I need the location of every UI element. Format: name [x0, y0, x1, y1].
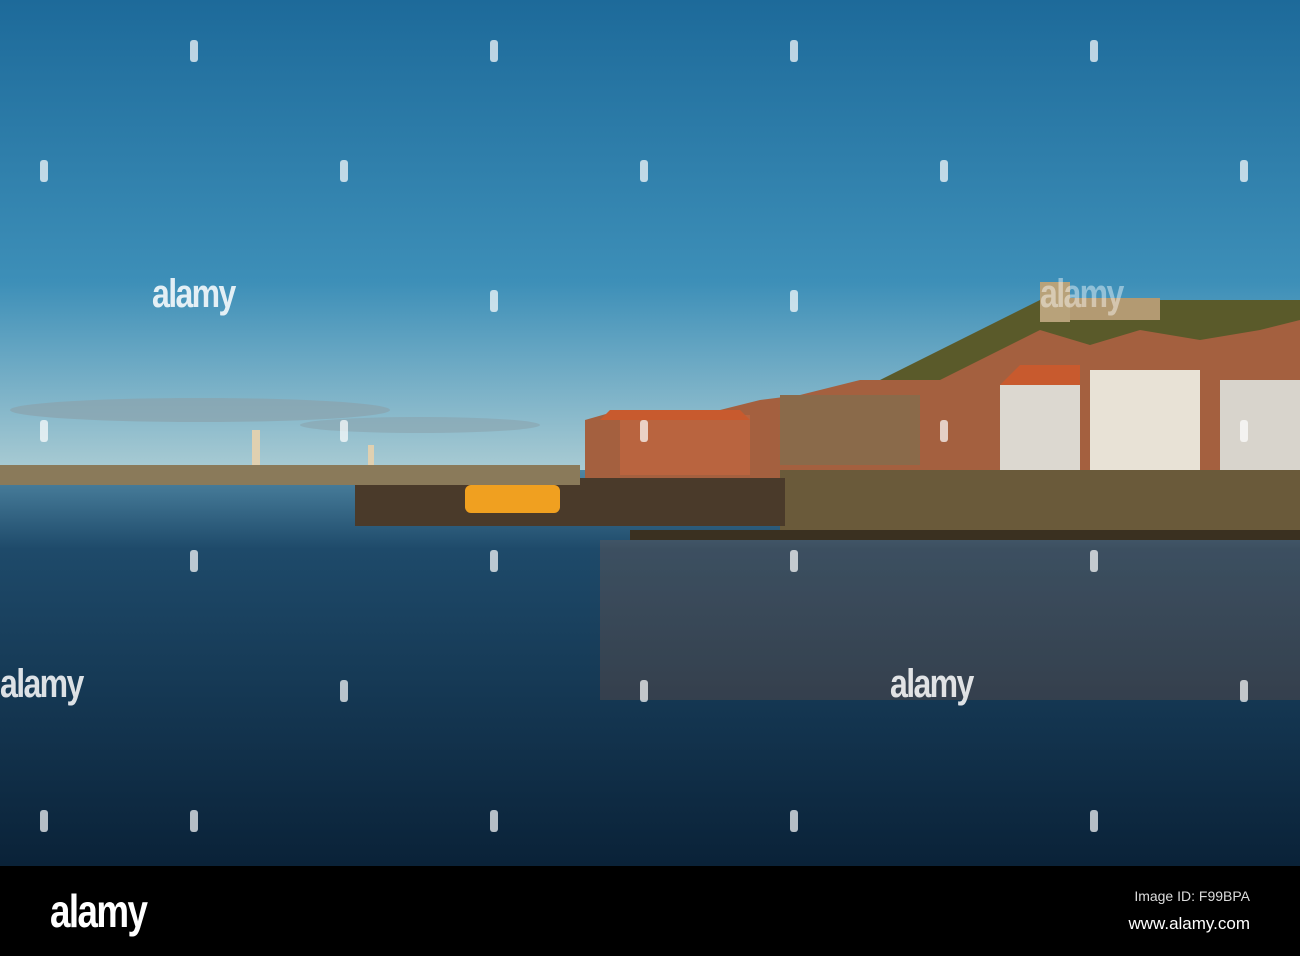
watermark: alamy	[1040, 272, 1124, 316]
pontoon	[630, 530, 1300, 540]
watermark-mark	[340, 420, 348, 442]
watermark: alamy	[0, 662, 84, 706]
watermark-mark	[1090, 810, 1098, 832]
watermark-mark	[190, 550, 198, 572]
watermark-mark	[340, 680, 348, 702]
footer-bar: alamy Image ID: F99BPA www.alamy.com	[0, 866, 1300, 956]
watermark-mark	[40, 420, 48, 442]
watermark-mark	[940, 160, 948, 182]
watermark-mark	[1240, 680, 1248, 702]
watermark-mark	[490, 810, 498, 832]
breakwater	[0, 465, 580, 485]
harbour-photo	[0, 0, 1300, 866]
watermark-mark	[340, 160, 348, 182]
cloud	[10, 398, 390, 422]
watermark-mark	[40, 160, 48, 182]
watermark-mark	[1240, 160, 1248, 182]
lifeboat	[465, 485, 560, 513]
pier	[355, 478, 785, 526]
watermark-mark	[40, 810, 48, 832]
watermark-mark	[490, 290, 498, 312]
watermark-mark	[190, 810, 198, 832]
watermark: alamy	[152, 272, 236, 316]
watermark-mark	[790, 40, 798, 62]
watermark-mark	[790, 550, 798, 572]
image-id: Image ID: F99BPA	[1134, 888, 1250, 904]
watermark-mark	[640, 420, 648, 442]
watermark: alamy	[890, 662, 974, 706]
lighthouse	[252, 430, 260, 465]
watermark-mark	[1090, 40, 1098, 62]
watermark-mark	[1240, 420, 1248, 442]
quay-wall	[780, 470, 1300, 530]
alamy-logo: alamy	[50, 885, 148, 937]
watermark-mark	[790, 810, 798, 832]
watermark-mark	[640, 680, 648, 702]
watermark-mark	[1090, 550, 1098, 572]
watermark-mark	[790, 290, 798, 312]
watermark-mark	[640, 160, 648, 182]
watermark-mark	[190, 40, 198, 62]
watermark-mark	[490, 40, 498, 62]
site-url: www.alamy.com	[1128, 914, 1250, 933]
watermark-mark	[490, 550, 498, 572]
watermark-mark	[940, 420, 948, 442]
